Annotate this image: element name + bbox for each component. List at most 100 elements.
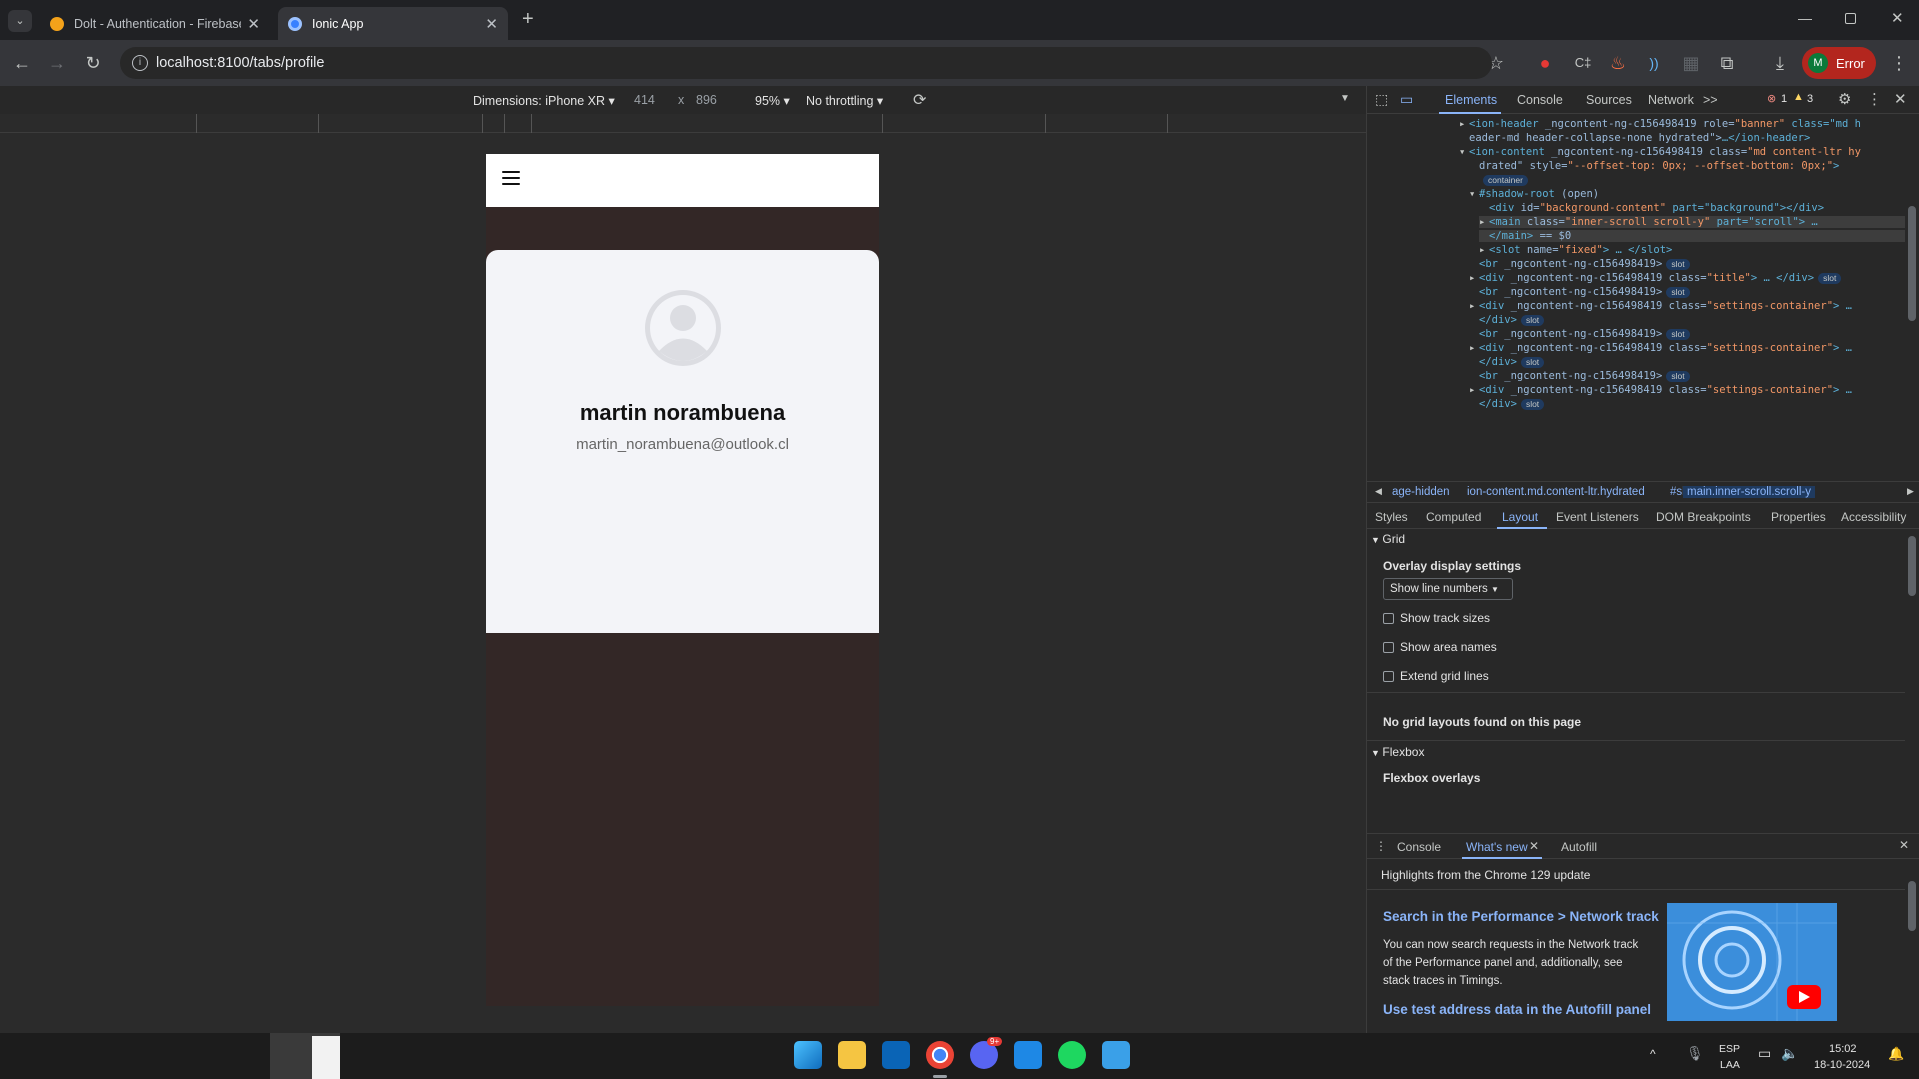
- settings-gear-icon[interactable]: ⚙: [1838, 90, 1851, 108]
- download-icon[interactable]: ⤓: [1769, 52, 1791, 74]
- windows-start-icon[interactable]: [794, 1041, 822, 1069]
- volume-icon[interactable]: 🔈: [1781, 1045, 1798, 1062]
- restore-icon[interactable]: [1845, 13, 1856, 24]
- close-drawer-icon[interactable]: ✕: [1899, 838, 1909, 852]
- tab-sources[interactable]: Sources: [1586, 93, 1632, 107]
- line-numbers-select[interactable]: Show line numbers ▼: [1383, 578, 1513, 600]
- width-input[interactable]: 414: [634, 93, 655, 107]
- dom-badge[interactable]: slot: [1666, 371, 1690, 382]
- inspect-element-icon[interactable]: ⬚: [1375, 91, 1388, 108]
- extension-fire-icon[interactable]: ♨: [1607, 52, 1629, 74]
- close-tab-icon[interactable]: ✕: [247, 15, 260, 33]
- expand-arrow-icon[interactable]: ▾: [1459, 146, 1469, 158]
- dom-node-line[interactable]: <br _ngcontent-ng-c156498419> slot: [1469, 286, 1690, 298]
- microphone-icon[interactable]: 🎙: [1686, 1045, 1704, 1062]
- grid-section-header[interactable]: ▼ Grid: [1371, 532, 1405, 546]
- clock-time[interactable]: 15:02: [1829, 1043, 1857, 1055]
- file-explorer-icon[interactable]: [838, 1041, 866, 1069]
- expand-arrow-icon[interactable]: ▸: [1459, 118, 1469, 130]
- subtab-dom-breakpoints[interactable]: DOM Breakpoints: [1656, 510, 1751, 524]
- reload-icon[interactable]: ↻: [82, 52, 104, 74]
- expand-arrow-icon[interactable]: ▸: [1479, 216, 1489, 228]
- dom-node-line[interactable]: </div> slot: [1469, 314, 1545, 326]
- new-tab-button[interactable]: +: [522, 8, 534, 31]
- close-drawer-tab-icon[interactable]: ✕: [1529, 839, 1539, 853]
- vscode-icon[interactable]: [1014, 1041, 1042, 1069]
- clock-date[interactable]: 18-10-2024: [1814, 1059, 1870, 1071]
- dom-node-line[interactable]: ▸ <div _ngcontent-ng-c156498419 class="se…: [1469, 300, 1852, 312]
- photos-icon[interactable]: [1102, 1041, 1130, 1069]
- dom-scrollbar[interactable]: [1908, 206, 1916, 321]
- video-thumbnail[interactable]: [1667, 903, 1837, 1021]
- dom-node-line[interactable]: ▾ #shadow-root (open): [1469, 188, 1599, 200]
- media-query-segment[interactable]: [883, 114, 1046, 133]
- checkbox[interactable]: [1383, 612, 1394, 624]
- forward-icon[interactable]: →: [46, 52, 68, 74]
- site-info-icon[interactable]: i: [132, 55, 148, 71]
- error-icon[interactable]: ⊗: [1767, 92, 1776, 105]
- tab-elements[interactable]: Elements: [1445, 93, 1497, 107]
- expand-arrow-icon[interactable]: ▸: [1469, 272, 1479, 284]
- close-window-icon[interactable]: ✕: [1891, 9, 1904, 27]
- extension-waves-icon[interactable]: )): [1643, 52, 1665, 74]
- devtools-menu-icon[interactable]: ⋮: [1867, 90, 1882, 108]
- expand-arrow-icon[interactable]: ▸: [1469, 300, 1479, 312]
- subtab-layout[interactable]: Layout: [1502, 510, 1538, 524]
- dom-node-line[interactable]: container: [1469, 174, 1528, 186]
- flexbox-section-header[interactable]: ▼ Flexbox: [1371, 745, 1424, 759]
- zoom-select[interactable]: 95% ▾: [755, 93, 790, 108]
- media-query-segment[interactable]: [319, 114, 483, 133]
- expand-arrow-icon[interactable]: ▾: [1469, 188, 1479, 200]
- throttling-select[interactable]: No throttling ▾: [806, 93, 883, 108]
- device-toolbar-menu-icon[interactable]: ▼: [1340, 93, 1350, 104]
- drawer-tab-whats-new[interactable]: What's new: [1466, 840, 1528, 854]
- dom-badge[interactable]: slot: [1520, 357, 1545, 368]
- dom-node-line[interactable]: </div> slot: [1469, 398, 1545, 410]
- drawer-menu-icon[interactable]: ⋮: [1375, 839, 1387, 853]
- dom-badge[interactable]: slot: [1666, 259, 1690, 270]
- media-query-segment[interactable]: [532, 114, 883, 133]
- tab-search-icon[interactable]: ⌄: [8, 10, 32, 32]
- feature-link[interactable]: Search in the Performance > Network trac…: [1383, 909, 1659, 924]
- outlook-icon[interactable]: [882, 1041, 910, 1069]
- dom-node-line[interactable]: </main> == $0: [1479, 230, 1905, 242]
- tab-ionic-app[interactable]: Ionic App ✕: [278, 7, 508, 40]
- profile-button[interactable]: M Error: [1802, 47, 1876, 79]
- expand-arrow-icon[interactable]: ▸: [1479, 244, 1489, 256]
- extension-red-icon[interactable]: ●: [1534, 52, 1556, 74]
- breadcrumb-item[interactable]: main.inner-scroll.scroll-y: [1683, 486, 1815, 498]
- dom-badge[interactable]: slot: [1666, 329, 1690, 340]
- breadcrumb-right-icon[interactable]: ▶: [1907, 486, 1914, 497]
- network-icon[interactable]: ▭: [1758, 1045, 1771, 1062]
- dom-node-line[interactable]: <br _ngcontent-ng-c156498419> slot: [1469, 328, 1690, 340]
- back-icon[interactable]: ←: [11, 52, 33, 74]
- dom-node-line[interactable]: ▸ <div _ngcontent-ng-c156498419 class="se…: [1469, 342, 1852, 354]
- subtab-styles[interactable]: Styles: [1375, 510, 1408, 524]
- dom-node-line[interactable]: <br _ngcontent-ng-c156498419> slot: [1469, 370, 1690, 382]
- spotify-icon[interactable]: [1058, 1041, 1086, 1069]
- tray-chevron-icon[interactable]: ^: [1650, 1047, 1656, 1061]
- tab-network[interactable]: Network: [1648, 93, 1694, 107]
- warning-icon[interactable]: ▲: [1793, 91, 1804, 103]
- language-indicator[interactable]: ESP: [1719, 1043, 1740, 1055]
- drawer-tab-autofill[interactable]: Autofill: [1561, 840, 1597, 854]
- dom-node-line[interactable]: ▸ <main class="inner-scroll scroll-y" par…: [1479, 216, 1905, 228]
- dom-node-line[interactable]: eader-md header-collapse-none hydrated">…: [1459, 132, 1810, 144]
- dom-badge[interactable]: slot: [1818, 273, 1842, 284]
- dom-node-line[interactable]: ▸ <div _ngcontent-ng-c156498419 class="se…: [1469, 384, 1852, 396]
- dom-node-line[interactable]: ▾ <ion-content _ngcontent-ng-c156498419 c…: [1459, 146, 1861, 158]
- dom-node-line[interactable]: ▸ <slot name="fixed"> … </slot>: [1479, 244, 1672, 256]
- menu-icon[interactable]: [502, 171, 520, 185]
- device-select[interactable]: Dimensions: iPhone XR ▾: [473, 93, 615, 108]
- drawer-tab-console[interactable]: Console: [1397, 840, 1441, 854]
- checkbox[interactable]: [1383, 641, 1394, 653]
- subtab-properties[interactable]: Properties: [1771, 510, 1826, 524]
- dom-tree[interactable]: ▸ <ion-header _ngcontent-ng-c156498419 ro…: [1367, 114, 1905, 480]
- subtab-computed[interactable]: Computed: [1426, 510, 1481, 524]
- feature-link[interactable]: Use test address data in the Autofill pa…: [1383, 1002, 1651, 1017]
- dom-badge[interactable]: slot: [1666, 287, 1690, 298]
- expand-arrow-icon[interactable]: ▸: [1469, 342, 1479, 354]
- close-devtools-icon[interactable]: ✕: [1894, 90, 1907, 108]
- checkbox-extend-grid-lines[interactable]: Extend grid lines: [1383, 669, 1489, 683]
- checkbox-show-area-names[interactable]: Show area names: [1383, 640, 1497, 654]
